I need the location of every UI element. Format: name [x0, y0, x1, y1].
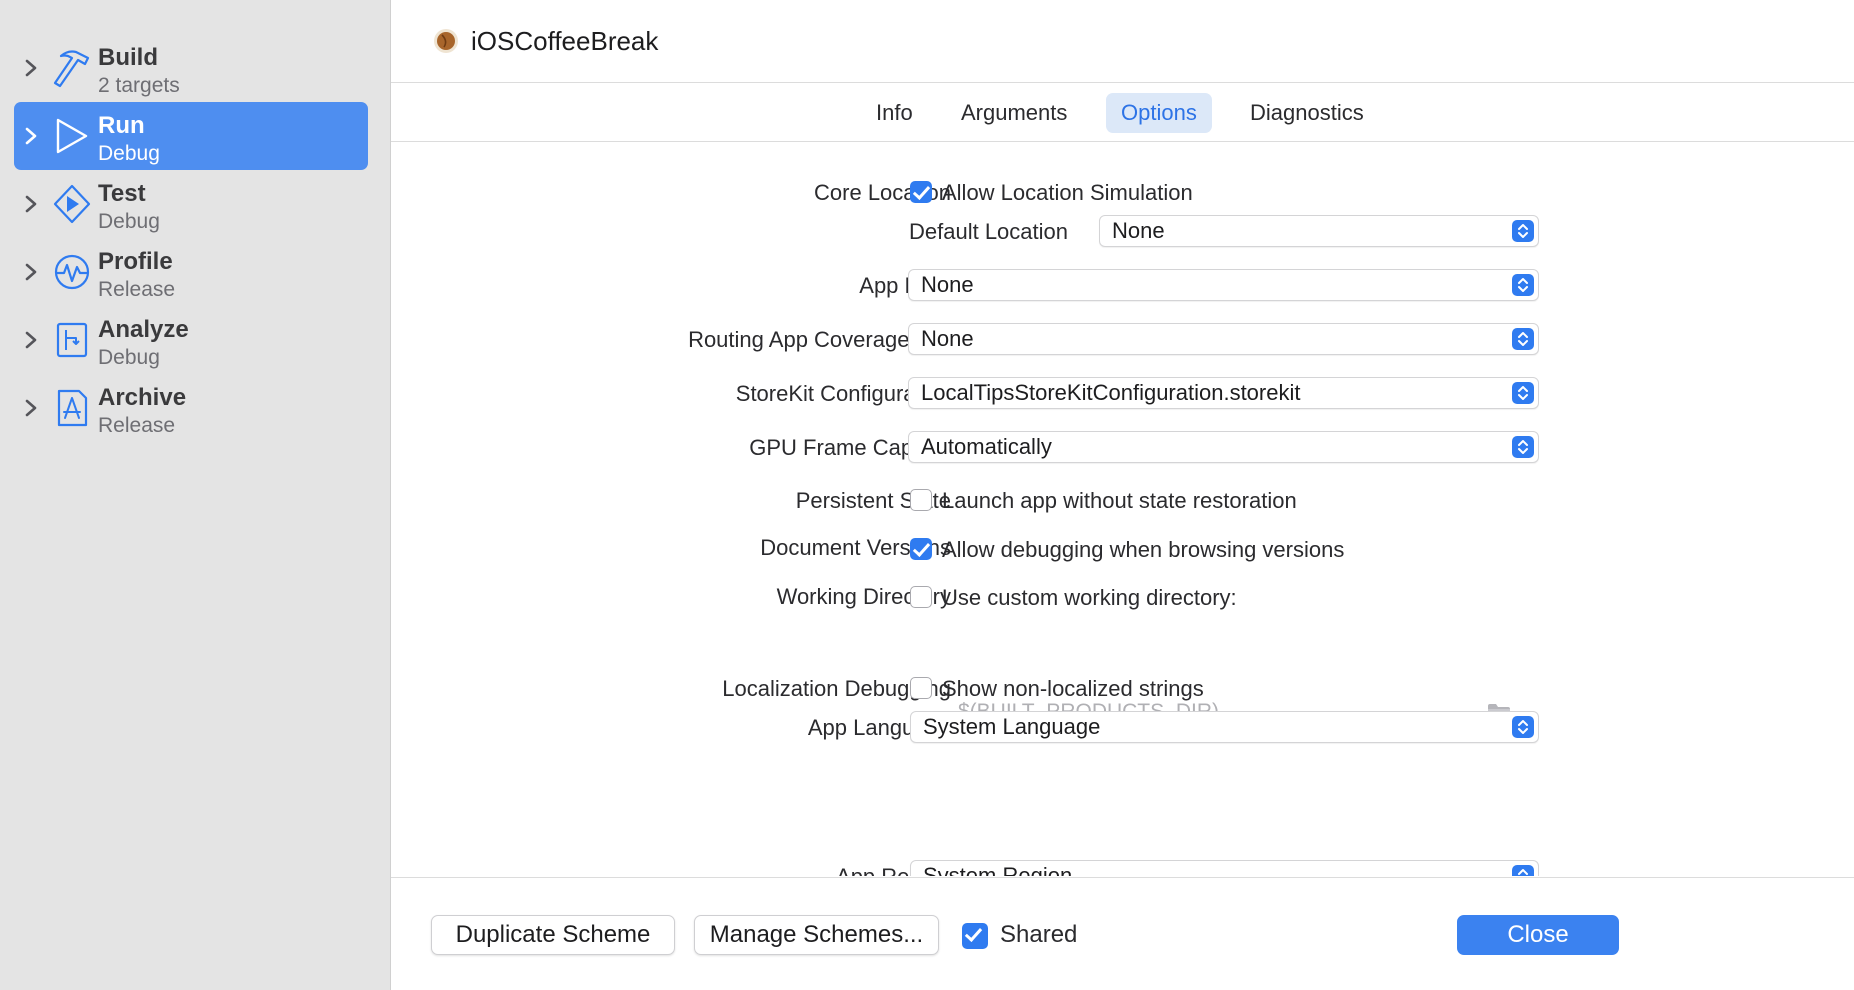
- core-location-label: Core Location: [814, 180, 951, 205]
- working-directory-label: Working Directory: [776, 584, 951, 609]
- manage-schemes-button[interactable]: Manage Schemes...: [694, 915, 939, 955]
- scheme-footer: Duplicate Scheme Manage Schemes... Share…: [391, 877, 1854, 990]
- launch-without-restoration-checkbox[interactable]: [910, 489, 932, 511]
- up-down-chevron-icon: [1512, 220, 1534, 242]
- analyze-icon: [56, 322, 88, 358]
- tab-bar: Info Arguments Options Diagnostics: [391, 83, 1854, 142]
- sidebar-item-title: Build: [98, 44, 158, 71]
- allow-location-simulation-checkbox[interactable]: [910, 181, 932, 203]
- default-location-popup[interactable]: None: [1099, 215, 1539, 247]
- shared-label: Shared: [1000, 921, 1078, 948]
- sidebar-item-title: Archive: [98, 384, 187, 411]
- localization-debugging-label: Localization Debugging: [722, 676, 951, 701]
- up-down-chevron-icon: [1512, 382, 1534, 404]
- app-region-label: App Region: [391, 864, 951, 876]
- close-button[interactable]: Close: [1457, 915, 1619, 955]
- up-down-chevron-icon: [1512, 274, 1534, 296]
- sidebar-item-subtitle: Debug: [98, 210, 160, 233]
- options-form: Core Location Allow Location Simulation …: [391, 142, 1854, 876]
- sidebar-item-subtitle: Release: [98, 414, 176, 437]
- popup-value: LocalTipsStoreKitConfiguration.storekit: [921, 380, 1301, 405]
- show-non-localized-label: Show non-localized strings: [942, 676, 1204, 701]
- chevron-right-icon[interactable]: [24, 396, 38, 420]
- appstore-document-icon: [57, 389, 88, 427]
- app-data-popup[interactable]: None: [908, 269, 1539, 301]
- chevron-right-icon[interactable]: [24, 328, 38, 352]
- sidebar-item-subtitle: Debug: [98, 142, 160, 165]
- default-location-label: Default Location: [909, 219, 1068, 244]
- chevron-right-icon[interactable]: [24, 260, 38, 284]
- coffee-bean-app-icon: [434, 29, 458, 53]
- sidebar-item-run[interactable]: Run Debug: [14, 102, 368, 170]
- allow-debugging-versions-label: Allow debugging when browsing versions: [942, 537, 1345, 562]
- allow-location-simulation-label: Allow Location Simulation: [942, 180, 1193, 205]
- popup-value: None: [921, 326, 974, 351]
- app-data-label: App Data: [859, 273, 951, 298]
- shared-checkbox[interactable]: [962, 923, 988, 949]
- persistent-state-label: Persistent State: [795, 488, 951, 513]
- tab-diagnostics[interactable]: Diagnostics: [1235, 93, 1379, 133]
- sidebar-item-title: Profile: [98, 248, 173, 275]
- sidebar-item-subtitle: Release: [98, 278, 176, 301]
- popup-value: Automatically: [921, 434, 1052, 459]
- sidebar-item-analyze[interactable]: Analyze Debug: [14, 306, 368, 374]
- sidebar-item-subtitle: Debug: [98, 346, 160, 369]
- routing-coverage-label: Routing App Coverage File: [688, 327, 951, 352]
- sidebar-item-title: Analyze: [98, 316, 189, 343]
- scheme-name: iOSCoffeeBreak: [471, 26, 659, 56]
- waveform-icon: [54, 254, 90, 290]
- up-down-chevron-icon: [1512, 328, 1534, 350]
- diamond-play-icon: [53, 184, 91, 224]
- app-region-popup[interactable]: System Region: [910, 860, 1539, 876]
- scheme-action-sidebar: Build 2 targets Run Debug Test Debug Pro…: [0, 0, 391, 990]
- popup-value: System Language: [923, 714, 1101, 739]
- sidebar-item-build[interactable]: Build 2 targets: [14, 34, 368, 102]
- app-language-label: App Language: [807, 715, 951, 740]
- sidebar-item-profile[interactable]: Profile Release: [14, 238, 368, 306]
- play-icon: [56, 118, 88, 154]
- popup-value: System Region: [923, 863, 1073, 876]
- chevron-right-icon[interactable]: [24, 124, 38, 148]
- tab-options[interactable]: Options: [1106, 93, 1212, 133]
- sidebar-item-archive[interactable]: Archive Release: [14, 374, 368, 442]
- chevron-right-icon[interactable]: [24, 192, 38, 216]
- launch-without-restoration-label: Launch app without state restoration: [942, 488, 1297, 513]
- app-language-popup[interactable]: System Language: [910, 711, 1539, 743]
- scheme-header: iOSCoffeeBreak: [391, 0, 1854, 83]
- popup-value: None: [1112, 218, 1165, 243]
- sidebar-item-title: Run: [98, 112, 145, 139]
- storekit-popup[interactable]: LocalTipsStoreKitConfiguration.storekit: [908, 377, 1539, 409]
- tab-info[interactable]: Info: [861, 93, 928, 133]
- gpu-frame-capture-label: GPU Frame Capture: [749, 435, 951, 460]
- hammer-icon: [53, 50, 90, 88]
- allow-debugging-versions-checkbox[interactable]: [910, 538, 932, 560]
- chevron-right-icon[interactable]: [24, 56, 38, 80]
- document-versions-label: Document Versions: [760, 535, 951, 560]
- sidebar-item-subtitle: 2 targets: [98, 74, 180, 97]
- popup-value: None: [921, 272, 974, 297]
- storekit-label: StoreKit Configuration: [735, 381, 951, 406]
- tab-arguments[interactable]: Arguments: [946, 93, 1082, 133]
- duplicate-scheme-button[interactable]: Duplicate Scheme: [431, 915, 675, 955]
- up-down-chevron-icon: [1512, 865, 1534, 876]
- up-down-chevron-icon: [1512, 716, 1534, 738]
- routing-coverage-popup[interactable]: None: [908, 323, 1539, 355]
- gpu-frame-capture-popup[interactable]: Automatically: [908, 431, 1539, 463]
- show-non-localized-checkbox[interactable]: [910, 677, 932, 699]
- sidebar-item-title: Test: [98, 180, 146, 207]
- up-down-chevron-icon: [1512, 436, 1534, 458]
- sidebar-item-test[interactable]: Test Debug: [14, 170, 368, 238]
- custom-working-directory-checkbox[interactable]: [910, 586, 932, 608]
- custom-working-directory-label: Use custom working directory:: [942, 585, 1237, 610]
